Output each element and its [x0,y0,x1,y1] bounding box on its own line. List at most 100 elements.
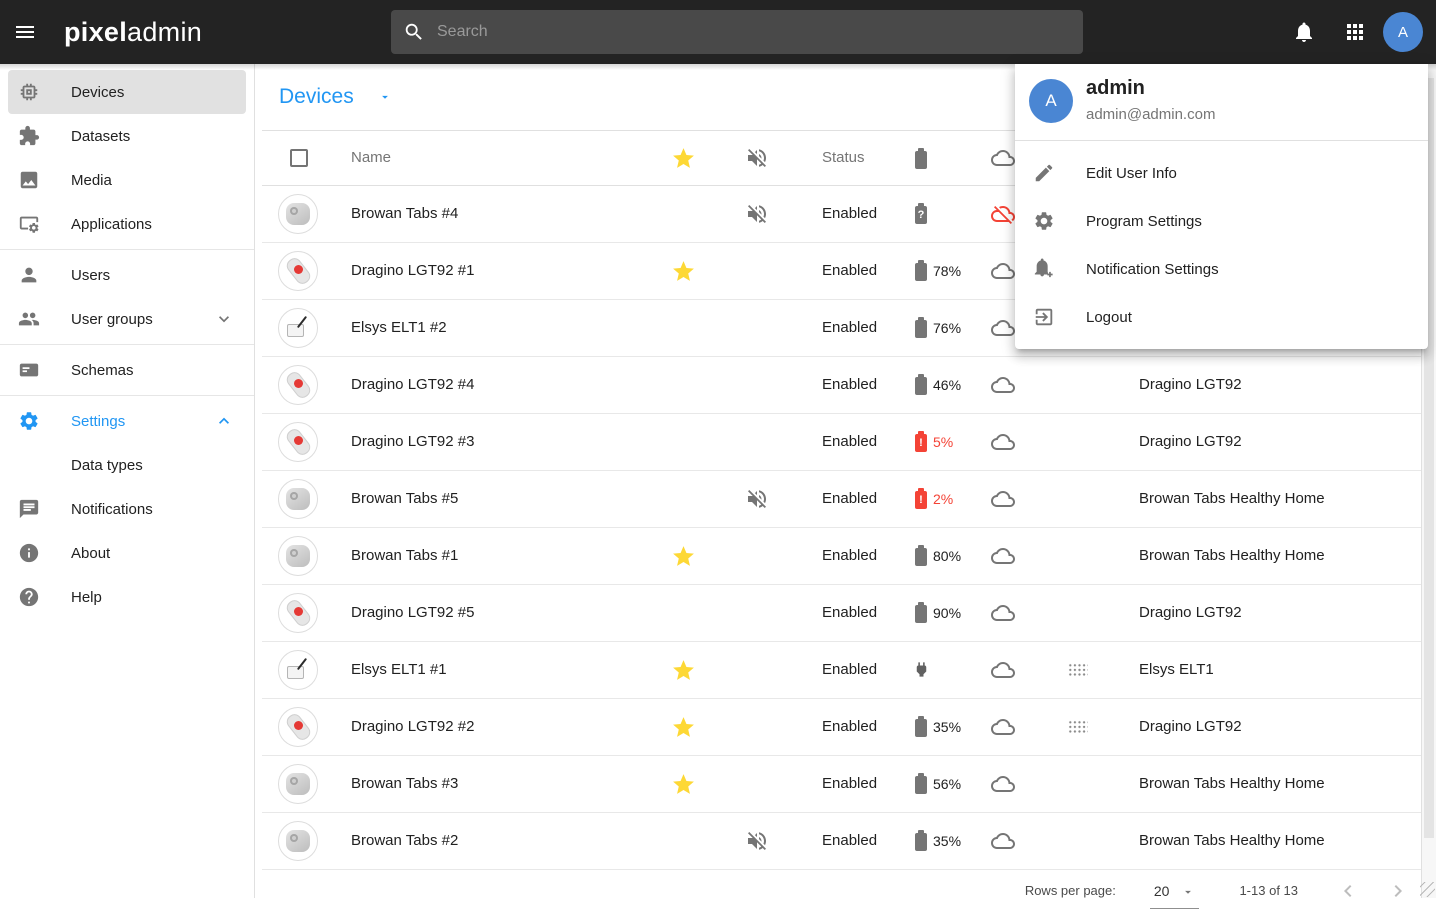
sidebar-item-applications[interactable]: Applications [8,202,246,246]
schema-name: Dragino LGT92 [1139,585,1242,641]
status-text: Enabled [822,243,877,299]
app-logo: pixeladmin [64,0,202,64]
user-dropdown-menu: A admin admin@admin.com Edit User Info P… [1015,64,1428,349]
sidebar-item-datasets[interactable]: Datasets [8,114,246,158]
page-title-dropdown[interactable]: Devices [279,85,392,109]
image-icon [18,169,40,191]
battery-icon [915,320,927,338]
star-icon[interactable] [671,259,696,284]
battery-percent: 80% [933,528,961,584]
dropdown-arrow-icon [1181,885,1195,899]
battery-icon [915,548,927,566]
battery-percent: 78% [933,243,961,299]
cloud-icon [991,601,1015,625]
menu-item-label: Notification Settings [1086,261,1219,278]
menu-item-notification-settings[interactable]: Notification Settings [1015,245,1428,293]
window-resize-grip[interactable] [1420,882,1435,897]
sidebar-item-about[interactable]: About [8,531,246,575]
star-icon[interactable] [671,544,696,569]
sidebar-item-data-types[interactable]: Data types [8,443,246,487]
sidebar-item-label: Datasets [71,128,130,145]
table-row[interactable]: Dragino LGT92 #3 Enabled ! 5% Dragino LG… [262,414,1422,471]
table-row[interactable]: Browan Tabs #2 Enabled 35% Browan Tabs H… [262,813,1422,870]
app-window-gear-icon [18,213,40,235]
search-icon [403,21,425,43]
cloud-icon [991,487,1015,511]
sidebar-item-user-groups[interactable]: User groups [8,297,246,341]
battery-icon [915,263,927,281]
menu-item-edit-user-info[interactable]: Edit User Info [1015,149,1428,197]
cloud-column-icon [991,146,1015,170]
apps-grid-icon[interactable] [1343,20,1367,44]
schema-name: Browan Tabs Healthy Home [1139,756,1325,812]
menu-item-program-settings[interactable]: Program Settings [1015,197,1428,245]
list-card-icon [18,359,40,381]
chevron-up-icon[interactable] [214,411,234,431]
device-name: Browan Tabs #2 [351,813,458,869]
sidebar-divider [0,395,254,396]
sidebar-item-users[interactable]: Users [8,253,246,297]
sidebar-item-notifications[interactable]: Notifications [8,487,246,531]
status-text: Enabled [822,357,877,413]
rows-per-page-label: Rows per page: [1025,883,1116,898]
table-row[interactable]: Browan Tabs #1 Enabled 80% Browan Tabs H… [262,528,1422,585]
user-menu-header: A admin admin@admin.com [1015,64,1428,141]
sidebar-item-media[interactable]: Media [8,158,246,202]
cloud-icon [991,430,1015,454]
sidebar-divider [0,249,254,250]
table-row[interactable]: Browan Tabs #3 Enabled 56% Browan Tabs H… [262,756,1422,813]
notifications-bell-icon[interactable] [1292,20,1316,44]
puzzle-icon [18,125,40,147]
sidebar-item-help[interactable]: Help [8,575,246,619]
user-name: admin [1086,77,1145,100]
sidebar-nav: Devices Datasets Media Applications User… [0,64,255,898]
device-thumbnail [278,764,318,804]
cloud-off-icon [991,202,1015,226]
star-icon[interactable] [671,715,696,740]
battery-icon [915,776,927,794]
battery-icon [915,605,927,623]
people-icon [18,308,40,330]
star-icon[interactable] [671,658,696,683]
battery-percent: 46% [933,357,961,413]
sidebar-item-label: Media [71,172,112,189]
sidebar-item-devices[interactable]: Devices [8,70,246,114]
battery-percent: 35% [933,813,961,869]
table-row[interactable]: Dragino LGT92 #2 Enabled 35% Dragino LGT… [262,699,1422,756]
battery-percent: 76% [933,300,961,356]
battery-icon [915,377,927,395]
device-name: Dragino LGT92 #4 [351,357,474,413]
sidebar-item-label: Users [71,267,110,284]
menu-item-logout[interactable]: Logout [1015,293,1428,341]
search-input[interactable] [435,22,1071,42]
select-all-checkbox[interactable] [290,149,308,167]
rows-per-page-select[interactable]: 20 [1150,883,1200,909]
device-name: Browan Tabs #5 [351,471,458,527]
sidebar-item-schemas[interactable]: Schemas [8,348,246,392]
sidebar-item-settings[interactable]: Settings [8,399,246,443]
sidebar-item-label: Applications [71,216,152,233]
table-row[interactable]: Browan Tabs #5 Enabled ! 2% Browan Tabs … [262,471,1422,528]
star-icon[interactable] [671,772,696,797]
battery-icon [915,833,927,851]
menu-hamburger-icon[interactable] [13,20,37,44]
top-app-bar: pixeladmin A [0,0,1436,64]
table-row[interactable]: Dragino LGT92 #4 Enabled 46% Dragino LGT… [262,357,1422,414]
sidebar-item-label: Notifications [71,501,153,518]
sidebar-item-label: Schemas [71,362,134,379]
previous-page-icon[interactable] [1336,879,1360,903]
cloud-icon [991,316,1015,340]
device-name: Elsys ELT1 #2 [351,300,447,356]
table-row[interactable]: Elsys ELT1 #1 Enabled Elsys ELT1 [262,642,1422,699]
search-bar[interactable] [391,10,1083,54]
battery-icon: ? [915,206,927,224]
person-icon [18,264,40,286]
table-row[interactable]: Dragino LGT92 #5 Enabled 90% Dragino LGT… [262,585,1422,642]
cloud-icon [991,259,1015,283]
chevron-down-icon[interactable] [214,309,234,329]
user-avatar[interactable]: A [1383,12,1423,52]
star-column-icon [671,146,696,171]
device-thumbnail [278,194,318,234]
device-name: Dragino LGT92 #1 [351,243,474,299]
next-page-icon[interactable] [1386,879,1410,903]
